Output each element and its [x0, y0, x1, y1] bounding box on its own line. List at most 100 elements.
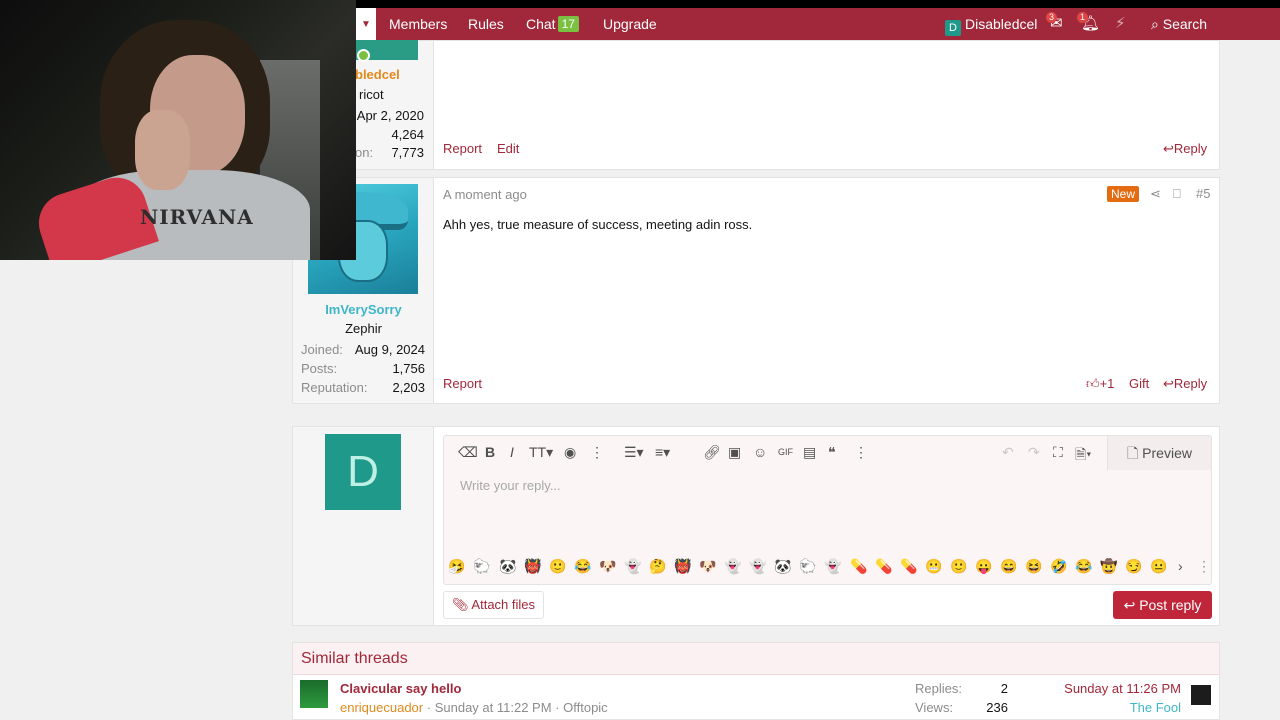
last-post-user[interactable]: The Fool [1130, 700, 1181, 715]
redo-icon[interactable]: ↷ [1028, 444, 1040, 461]
emoji-item[interactable]: 👻 [724, 558, 741, 574]
preview-button[interactable]: 🗋 Preview [1107, 436, 1211, 470]
italic-icon[interactable]: I [510, 444, 514, 460]
post-reply-button[interactable]: ↩ Post reply [1113, 591, 1212, 619]
drafts-icon[interactable]: 🗎▾ [1075, 444, 1091, 468]
post-number[interactable]: #5 [1196, 186, 1210, 201]
eraser-icon[interactable]: ⌫ [458, 444, 478, 461]
nav-chat[interactable]: Chat 17 [526, 8, 579, 40]
lightning-icon[interactable]: ⚡︎ [1115, 8, 1126, 40]
emoji-item[interactable]: 😆 [1025, 558, 1042, 574]
post-2-posts-value: 1,756 [392, 361, 425, 376]
emoji-item[interactable]: 🤣 [1050, 558, 1067, 574]
emoji-item[interactable]: 🤠 [1100, 558, 1117, 574]
reply-editor[interactable]: ⌫ B I TT▾ ◉ ⋮ ☰▾ ≡▾ 🔗︎ ▣ ☺ GIF ▤ ❝ ⋮ ↶ ↷… [443, 435, 1212, 585]
post-2-report-link[interactable]: Report [443, 376, 482, 391]
emoji-item[interactable]: 👹 [524, 558, 541, 574]
gift-link[interactable]: Gift [1129, 376, 1149, 391]
thread-author-avatar[interactable] [300, 680, 328, 708]
thread-title-link[interactable]: Clavicular say hello [340, 681, 461, 696]
top-navbar: ▼ Members Rules Chat 17 Upgrade D Disabled… [356, 8, 1280, 40]
link-icon[interactable]: 🔗︎ [703, 444, 721, 461]
post-2-reply-label: Reply [1173, 376, 1208, 391]
nav-user-account[interactable]: D Disabledcel [945, 8, 1037, 40]
undo-icon[interactable]: ↶ [1002, 444, 1014, 461]
emoji-item[interactable]: 🙂 [950, 558, 967, 574]
chevron-right-icon[interactable]: › [1178, 558, 1183, 574]
share-icon[interactable]: ⋖ [1150, 186, 1161, 202]
quote-icon[interactable]: ❝ [828, 444, 836, 461]
post-1-rep-value: 7,773 [391, 145, 424, 160]
emoji-item[interactable]: 🐶 [599, 558, 616, 574]
emoji-item[interactable]: 🐼 [499, 558, 516, 574]
like-button[interactable]: 👍︎+1 [1086, 376, 1114, 392]
emoji-item[interactable]: 😛 [975, 558, 992, 574]
gif-icon[interactable]: GIF [778, 447, 793, 457]
emoji-item[interactable]: 💊 [850, 558, 867, 574]
thread-forum-link[interactable]: Offtopic [563, 700, 608, 715]
reply-input-placeholder[interactable]: Write your reply... [460, 478, 561, 493]
thread-author-link[interactable]: enriquecuador [340, 700, 423, 715]
more-options-icon[interactable]: ⋮ [590, 444, 604, 461]
emoji-item[interactable]: 😄 [1000, 558, 1017, 574]
online-status-icon [357, 49, 370, 62]
emoji-item[interactable]: 😬 [925, 558, 942, 574]
emoji-item[interactable]: 🐶 [699, 558, 716, 574]
attach-files-label: Attach files [471, 597, 536, 612]
emoji-item[interactable]: 💊 [900, 558, 917, 574]
reply-user-avatar[interactable]: D [325, 434, 401, 510]
emoji-item[interactable]: 😏 [1125, 558, 1142, 574]
post-2-reply-link[interactable]: ↩Reply [1163, 376, 1207, 392]
thread-start-date[interactable]: Sunday at 11:22 PM [435, 700, 552, 715]
emoji-item[interactable]: 🐑 [473, 558, 490, 574]
emoji-item[interactable]: 👹 [674, 558, 691, 574]
media-icon[interactable]: ▤ [803, 444, 816, 461]
post-1-rep-label: on: [355, 145, 374, 160]
preview-label: Preview [1142, 445, 1192, 461]
more-options-icon[interactable]: ⋮ [1197, 558, 1211, 574]
nav-rules[interactable]: Rules [468, 8, 504, 40]
bookmark-icon[interactable]: ⎕ [1173, 186, 1181, 202]
emoji-item[interactable]: 👻 [624, 558, 641, 574]
emoji-item[interactable]: 🤧 [448, 558, 465, 574]
post-2-timestamp[interactable]: A moment ago [443, 187, 527, 202]
palette-icon[interactable]: ◉ [564, 444, 576, 461]
last-poster-avatar[interactable] [1191, 685, 1211, 705]
emoji-item[interactable]: 💊 [875, 558, 892, 574]
post-1-joined-value: Apr 2, 2020 [356, 108, 424, 123]
post-1-username[interactable]: bledcel [355, 67, 400, 82]
post-1-report-link[interactable]: Report [443, 141, 482, 156]
post-2-joined-value: Aug 9, 2024 [354, 342, 425, 357]
post-2: ImVerySorry Zephir Joined: Aug 9, 2024 P… [292, 177, 1220, 404]
webcam-person-hand [135, 110, 190, 190]
emoji-item[interactable]: 😂 [574, 558, 591, 574]
post-1-edit-link[interactable]: Edit [497, 141, 519, 156]
alerts-count-badge: 1 [1077, 12, 1089, 23]
bold-icon[interactable]: B [485, 444, 495, 460]
emoji-item[interactable]: 😂 [1075, 558, 1092, 574]
text-size-icon[interactable]: TT▾ [529, 444, 553, 461]
list-icon[interactable]: ☰▾ [624, 444, 644, 461]
emoji-item[interactable]: 🐑 [799, 558, 816, 574]
emoji-item[interactable]: 🤔 [649, 558, 666, 574]
attach-files-button[interactable]: 📎︎ Attach files [443, 591, 545, 619]
post-2-username[interactable]: ImVerySorry [293, 302, 434, 317]
emoji-item[interactable]: 👻 [824, 558, 841, 574]
more-options-icon[interactable]: ⋮ [854, 444, 868, 461]
post-1-reply-link[interactable]: ↩Reply [1163, 141, 1207, 157]
last-post-date[interactable]: Sunday at 11:26 PM [1064, 681, 1181, 696]
emoji-item[interactable]: 😐 [1150, 558, 1167, 574]
fullscreen-icon[interactable]: ⛶ [1053, 444, 1063, 461]
emoji-item[interactable]: 🙂 [549, 558, 566, 574]
nav-search[interactable]: ⌕ Search [1151, 8, 1207, 40]
smiley-icon[interactable]: ☺ [753, 444, 767, 460]
emoji-item[interactable]: 🐼 [774, 558, 791, 574]
nav-upgrade[interactable]: Upgrade [603, 8, 657, 40]
nav-dropdown-toggle[interactable]: ▼ [356, 8, 376, 40]
align-icon[interactable]: ≡▾ [655, 444, 670, 461]
nav-members[interactable]: Members [389, 8, 447, 40]
emoji-item[interactable]: 👻 [749, 558, 766, 574]
replies-label: Replies: [915, 681, 962, 696]
image-icon[interactable]: ▣ [728, 444, 741, 461]
reply-user-column: D [293, 427, 434, 625]
